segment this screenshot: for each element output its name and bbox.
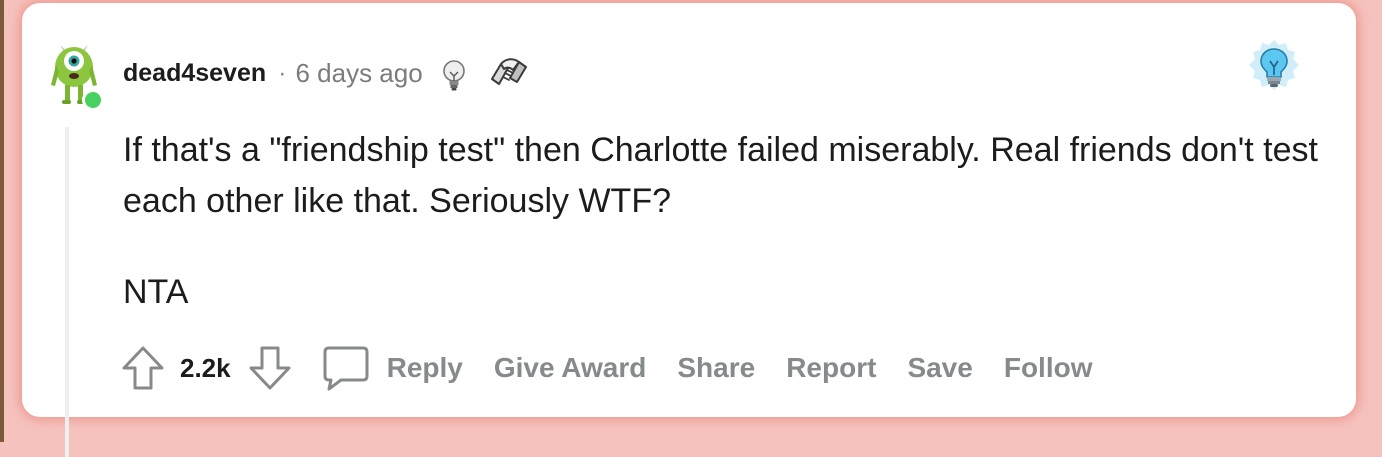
- reply-button[interactable]: Reply: [387, 352, 463, 384]
- report-button[interactable]: Report: [786, 352, 876, 384]
- lightbulb-award-icon[interactable]: [441, 59, 467, 93]
- handshake-award-icon[interactable]: [489, 53, 529, 93]
- comment-paragraph: NTA: [123, 273, 189, 311]
- comment-body: If that's a "friendship test" then Charl…: [123, 125, 1333, 318]
- meta-separator: ·: [278, 58, 287, 87]
- downvote-arrow-icon[interactable]: [247, 343, 293, 393]
- comment-card: dead4seven · 6 days ago If that's a "fri…: [22, 3, 1356, 457]
- comment-paragraph: If that's a "friendship test" then Charl…: [123, 131, 1318, 220]
- username-link[interactable]: dead4seven: [123, 59, 266, 88]
- thread-line[interactable]: [65, 127, 69, 457]
- timestamp-link[interactable]: 6 days ago: [295, 58, 422, 89]
- page-left-border: [0, 0, 4, 442]
- comment-meta: dead4seven · 6 days ago: [123, 57, 529, 91]
- vote-count: 2.2k: [180, 352, 231, 383]
- give-award-button[interactable]: Give Award: [494, 352, 647, 384]
- comment-actions: 2.2k Reply Give Award Share Report Save …: [120, 339, 1093, 397]
- follow-button[interactable]: Follow: [1004, 352, 1093, 384]
- upvote-arrow-icon[interactable]: [120, 343, 166, 393]
- online-status-dot: [82, 89, 104, 111]
- blue-lightbulb-flair-icon: [1249, 40, 1299, 90]
- comment-bubble-icon[interactable]: [321, 343, 371, 393]
- save-button[interactable]: Save: [907, 352, 972, 384]
- share-button[interactable]: Share: [677, 352, 755, 384]
